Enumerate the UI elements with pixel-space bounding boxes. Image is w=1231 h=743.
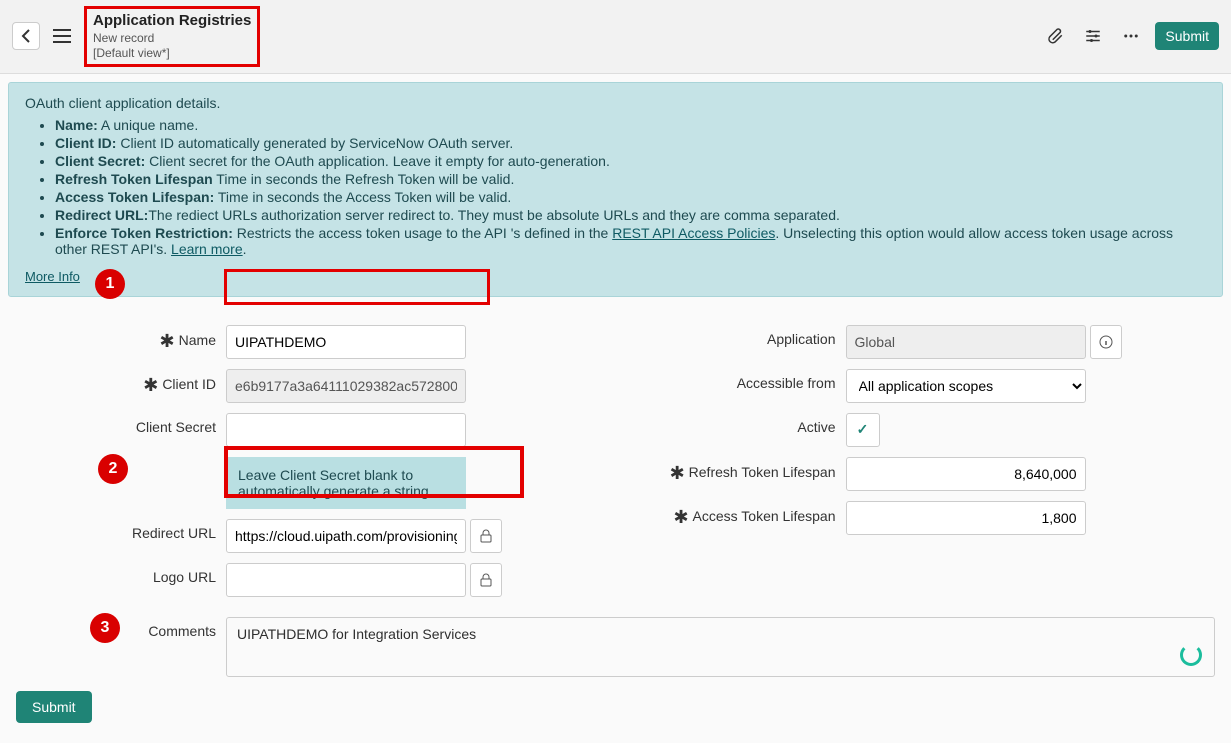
- annotation-badge-3: 3: [90, 613, 120, 643]
- more-info-link[interactable]: More Info: [25, 269, 80, 284]
- refresh-lifespan-field[interactable]: [846, 457, 1086, 491]
- lock-icon: [480, 573, 492, 587]
- top-bar: Application Registries New record [Defau…: [0, 0, 1231, 74]
- submit-button-top[interactable]: Submit: [1155, 22, 1219, 50]
- settings-button[interactable]: [1079, 22, 1107, 50]
- logo-url-field[interactable]: [226, 563, 466, 597]
- info-item: Access Token Lifespan: Time in seconds t…: [55, 189, 1206, 205]
- hamburger-icon: [53, 29, 71, 43]
- submit-button[interactable]: Submit: [16, 691, 92, 723]
- more-horizontal-icon: [1122, 27, 1140, 45]
- application-field: [846, 325, 1086, 359]
- access-lifespan-label: Access Token Lifespan: [693, 508, 836, 524]
- more-button[interactable]: [1117, 22, 1145, 50]
- info-icon: [1099, 335, 1113, 349]
- lock-icon: [480, 529, 492, 543]
- menu-button[interactable]: [48, 22, 76, 50]
- annotation-badge-2: 2: [98, 454, 128, 484]
- info-item: Enforce Token Restriction: Restricts the…: [55, 225, 1206, 257]
- required-icon: ✱: [160, 331, 175, 351]
- application-info-button[interactable]: [1090, 325, 1122, 359]
- name-field[interactable]: [226, 325, 466, 359]
- client-secret-field[interactable]: [226, 413, 466, 447]
- info-list: Name: A unique name. Client ID: Client I…: [55, 117, 1206, 257]
- comments-value: UIPATHDEMO for Integration Services: [237, 626, 476, 642]
- refresh-lifespan-label: Refresh Token Lifespan: [689, 464, 836, 480]
- info-item: Redirect URL:The rediect URLs authorizat…: [55, 207, 1206, 223]
- right-column: Application Accessible from All applicat…: [636, 315, 1216, 607]
- comments-field[interactable]: UIPATHDEMO for Integration Services: [226, 617, 1215, 677]
- client-secret-hint: Leave Client Secret blank to automatical…: [226, 457, 466, 509]
- annotation-badge-1: 1: [95, 269, 125, 299]
- topbar-actions: Submit: [1041, 22, 1219, 50]
- required-icon: ✱: [670, 463, 685, 483]
- access-lifespan-field[interactable]: [846, 501, 1086, 535]
- learn-more-link[interactable]: Learn more: [171, 241, 243, 257]
- info-heading: OAuth client application details.: [25, 95, 1206, 111]
- required-icon: ✱: [143, 375, 158, 395]
- client-id-field: [226, 369, 466, 403]
- back-button[interactable]: [12, 22, 40, 50]
- paperclip-icon: [1046, 27, 1064, 45]
- name-label: Name: [179, 332, 216, 348]
- page-subtitle-2: [Default view*]: [93, 46, 251, 62]
- rest-api-policies-link[interactable]: REST API Access Policies: [612, 225, 775, 241]
- logo-url-lock-button[interactable]: [470, 563, 502, 597]
- loading-spinner-icon: [1180, 644, 1202, 666]
- accessible-from-select[interactable]: All application scopes: [846, 369, 1086, 403]
- page-subtitle-1: New record: [93, 31, 251, 47]
- form: ✱Name ✱Client ID Client Secret: [0, 305, 1231, 743]
- client-secret-label: Client Secret: [136, 419, 216, 435]
- redirect-url-label: Redirect URL: [132, 525, 216, 541]
- sliders-icon: [1084, 27, 1102, 45]
- client-id-label: Client ID: [162, 376, 216, 392]
- redirect-url-field[interactable]: [226, 519, 466, 553]
- info-item: Client Secret: Client secret for the OAu…: [55, 153, 1206, 169]
- accessible-from-label: Accessible from: [737, 375, 836, 391]
- application-label: Application: [767, 331, 836, 347]
- redirect-url-lock-button[interactable]: [470, 519, 502, 553]
- page-title-block: Application Registries New record [Defau…: [84, 6, 260, 67]
- active-checkbox[interactable]: ✓: [846, 413, 880, 447]
- info-panel: OAuth client application details. Name: …: [8, 82, 1223, 297]
- active-label: Active: [797, 419, 835, 435]
- required-icon: ✱: [673, 507, 688, 527]
- page-title: Application Registries: [93, 11, 251, 31]
- attachment-button[interactable]: [1041, 22, 1069, 50]
- info-item: Client ID: Client ID automatically gener…: [55, 135, 1206, 151]
- info-item: Refresh Token Lifespan Time in seconds t…: [55, 171, 1206, 187]
- comments-label: Comments: [148, 623, 216, 639]
- logo-url-label: Logo URL: [153, 569, 216, 585]
- info-item: Name: A unique name.: [55, 117, 1206, 133]
- chevron-left-icon: [21, 29, 31, 43]
